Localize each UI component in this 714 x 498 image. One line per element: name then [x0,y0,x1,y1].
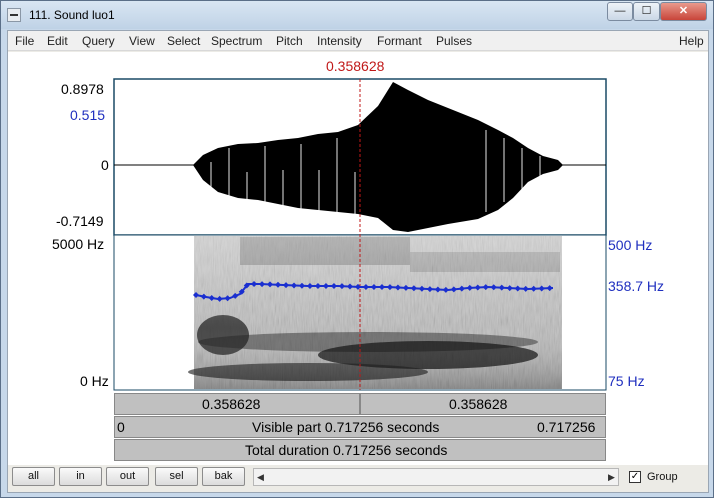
menu-pitch[interactable]: Pitch [276,34,303,48]
zoom-sel-button[interactable]: sel [155,467,198,486]
group-checkbox[interactable]: ✓ [629,471,641,483]
menu-help[interactable]: Help [679,34,704,48]
left-segment-bar[interactable]: 0.358628 [114,393,360,415]
praat-app-icon [7,8,21,22]
visible-end-label: 0.717256 [537,419,596,435]
time-scrollbar[interactable]: ◀ ▶ [253,468,619,486]
menu-query[interactable]: Query [82,34,115,48]
zoom-out-button[interactable]: out [106,467,149,486]
visible-part-bar[interactable]: 0 Visible part 0.717256 seconds 0.717256 [114,416,606,438]
menu-select[interactable]: Select [167,34,200,48]
title-bar[interactable]: 111. Sound luo1 — ☐ ✕ [1,1,713,29]
right-segment-time: 0.358628 [449,396,508,412]
minimize-button[interactable]: — [607,2,633,21]
menu-view[interactable]: View [129,34,155,48]
menu-bar: File Edit Query View Select Spectrum Pit… [8,31,708,51]
group-label: Group [647,471,678,483]
bottom-toolbar: all in out sel bak ◀ ▶ ✓ Group [8,465,708,492]
zoom-all-button[interactable]: all [12,467,55,486]
editor-client-area: File Edit Query View Select Spectrum Pit… [7,30,709,493]
zoom-back-button[interactable]: bak [202,467,245,486]
menu-spectrum[interactable]: Spectrum [211,34,262,48]
sound-drawing-area[interactable]: 0.358628 0.8978 0.515 0 -0.7149 5000 Hz … [8,52,708,488]
sound-graphics[interactable] [8,52,708,392]
window-title: 111. Sound luo1 [29,8,115,22]
visible-start-label: 0 [117,419,125,435]
right-segment-bar[interactable]: 0.358628 [360,393,606,415]
total-duration-bar[interactable]: Total duration 0.717256 seconds [114,439,606,461]
menu-edit[interactable]: Edit [47,34,68,48]
menu-intensity[interactable]: Intensity [317,34,362,48]
total-duration-text: Total duration 0.717256 seconds [245,442,448,458]
scroll-left-arrow-icon[interactable]: ◀ [254,469,267,485]
maximize-button[interactable]: ☐ [633,2,660,21]
menu-formant[interactable]: Formant [377,34,422,48]
close-button[interactable]: ✕ [660,2,707,21]
left-segment-time: 0.358628 [202,396,261,412]
menu-pulses[interactable]: Pulses [436,34,472,48]
visible-part-text: Visible part 0.717256 seconds [252,419,440,435]
praat-sound-window: 111. Sound luo1 — ☐ ✕ File Edit Query Vi… [0,0,714,498]
spectrogram-image [188,236,562,389]
zoom-in-button[interactable]: in [59,467,102,486]
menu-file[interactable]: File [15,34,34,48]
scroll-right-arrow-icon[interactable]: ▶ [605,469,618,485]
